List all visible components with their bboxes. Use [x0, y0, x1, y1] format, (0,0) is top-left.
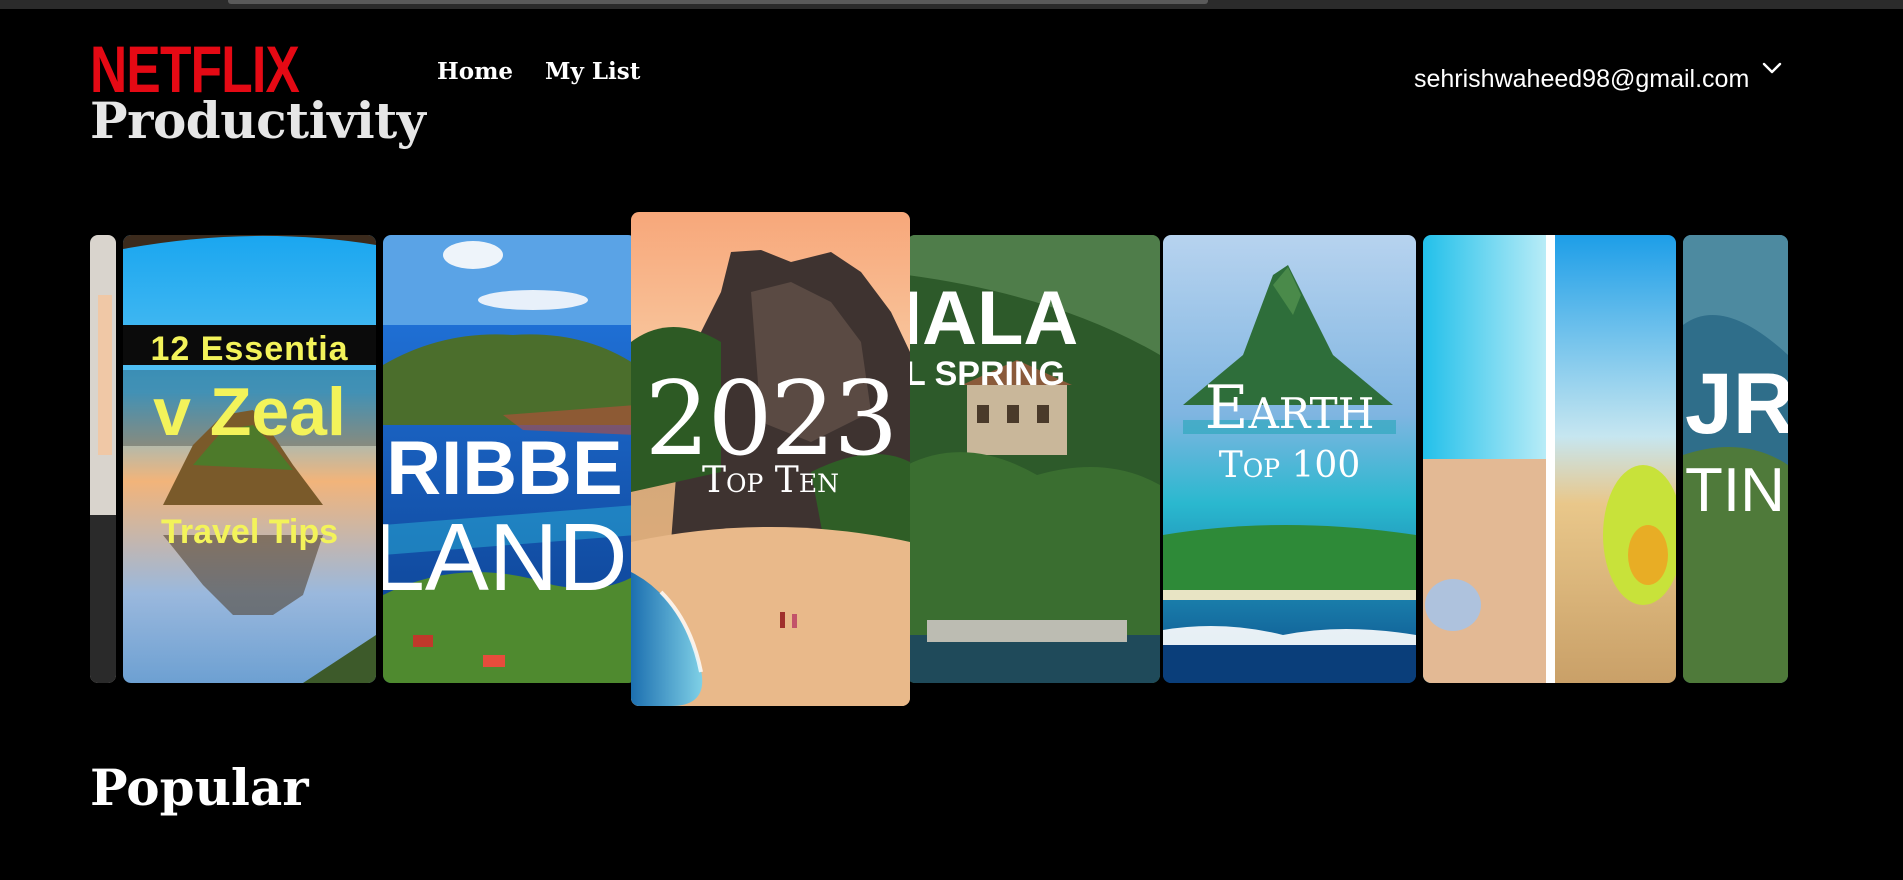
chevron-down-icon[interactable]	[1761, 60, 1783, 76]
account-email: sehrishwaheed98@gmail.com	[1414, 65, 1750, 93]
main-nav: Home My List	[437, 58, 640, 85]
carousel-card-partial-right[interactable]: JR TIN	[1683, 235, 1788, 683]
account-menu[interactable]: sehrishwaheed98@gmail.com	[1414, 62, 1783, 94]
card-thumbnail	[907, 235, 1160, 683]
card-thumbnail	[383, 235, 636, 683]
brand-subtitle: Productivity	[90, 91, 426, 150]
nav-my-list-link[interactable]: My List	[545, 58, 640, 85]
brand-logo[interactable]: NETFLIX Productivity	[90, 36, 426, 150]
browser-top-bar	[0, 0, 1903, 9]
card-thumbnail	[631, 212, 910, 706]
carousel-card-earth[interactable]: Earth Top 100	[1163, 235, 1416, 683]
featured-carousel[interactable]: 12 Essentia v Zeal Travel Tips RIBBE LAN	[90, 210, 1788, 720]
card-thumbnail	[1683, 235, 1788, 683]
carousel-card-beach[interactable]	[1423, 235, 1676, 683]
card-thumbnail	[123, 235, 376, 683]
carousel-card-partial-left[interactable]	[90, 235, 116, 683]
nav-home-link[interactable]: Home	[437, 58, 513, 85]
carousel-card-featured-2023[interactable]: 2023 Top Ten	[631, 212, 910, 706]
scroll-track[interactable]	[228, 0, 1208, 4]
card-thumbnail	[1163, 235, 1416, 683]
popular-section-title: Popular	[90, 758, 309, 817]
card-thumbnail	[1423, 235, 1676, 683]
carousel-card-guatemala[interactable]: IALA L SPRING	[907, 235, 1160, 683]
carousel-card-nz[interactable]: 12 Essentia v Zeal Travel Tips	[123, 235, 376, 683]
card-thumbnail	[90, 235, 116, 683]
carousel-card-caribbean[interactable]: RIBBE LAND	[383, 235, 636, 683]
